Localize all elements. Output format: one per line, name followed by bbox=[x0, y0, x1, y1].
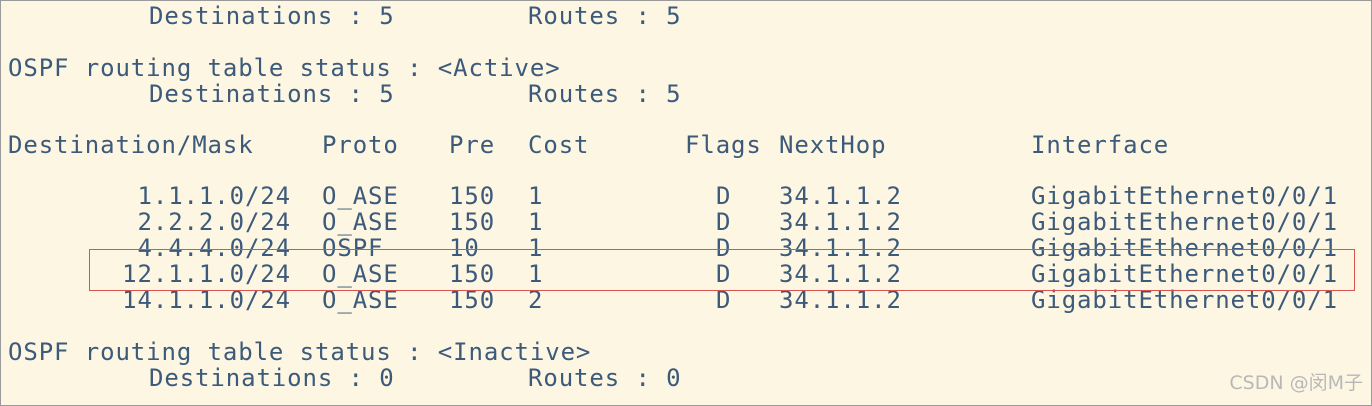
row-proto: O_ASE bbox=[322, 208, 399, 236]
column-header-flags: Flags bbox=[685, 131, 762, 159]
column-header-cost: Cost bbox=[528, 131, 590, 159]
row-flags: D bbox=[716, 182, 732, 210]
column-header-proto: Proto bbox=[322, 131, 399, 159]
table-header: Destination/Mask Proto Pre Cost Flags Ne… bbox=[1, 132, 1371, 158]
inactive-routes: Routes : 0 bbox=[528, 364, 682, 392]
row-nexthop: 34.1.1.2 bbox=[779, 182, 902, 210]
row-destination: 2.2.2.0/24 bbox=[137, 208, 291, 236]
row-interface: GigabitEthernet0/0/1 bbox=[1031, 182, 1338, 210]
column-header-interface: Interface bbox=[1031, 131, 1170, 159]
terminal-output: Destinations : 5 Routes : 5 OSPF routing… bbox=[0, 0, 1372, 406]
watermark: CSDN @闵M子 bbox=[1229, 372, 1363, 394]
row-cost: 1 bbox=[528, 182, 544, 210]
active-status-line: OSPF routing table status : <Active> bbox=[8, 54, 561, 82]
active-destinations: Destinations : 5 bbox=[149, 80, 395, 108]
top-destinations: Destinations : 5 bbox=[149, 2, 395, 30]
row-flags: D bbox=[716, 208, 732, 236]
table-row: 1.1.1.0/24 O_ASE 150 1 D 34.1.1.2 Gigabi… bbox=[1, 183, 1371, 209]
row-destination: 1.1.1.0/24 bbox=[137, 182, 291, 210]
table-row: 2.2.2.0/24 O_ASE 150 1 D 34.1.1.2 Gigabi… bbox=[1, 209, 1371, 235]
row-nexthop: 34.1.1.2 bbox=[779, 208, 902, 236]
row-proto: O_ASE bbox=[322, 182, 399, 210]
row-cost: 1 bbox=[528, 208, 544, 236]
highlight-annotation-box bbox=[89, 249, 1355, 291]
top-routes: Routes : 5 bbox=[528, 2, 682, 30]
column-header-destination: Destination/Mask bbox=[8, 131, 254, 159]
inactive-status-line: OSPF routing table status : <Inactive> bbox=[8, 338, 592, 366]
row-interface: GigabitEthernet0/0/1 bbox=[1031, 208, 1338, 236]
active-routes: Routes : 5 bbox=[528, 80, 682, 108]
inactive-destinations: Destinations : 0 bbox=[149, 364, 395, 392]
row-pre: 150 bbox=[449, 182, 496, 210]
row-pre: 150 bbox=[449, 208, 496, 236]
column-header-pre: Pre bbox=[449, 131, 496, 159]
column-header-nexthop: NextHop bbox=[779, 131, 887, 159]
